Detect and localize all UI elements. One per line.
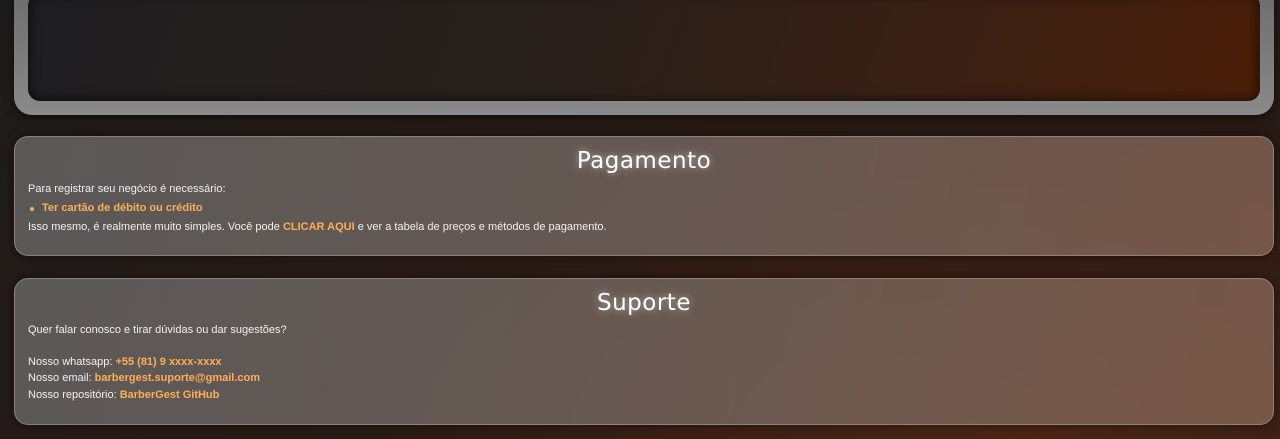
repo-label: Nosso repositório: bbox=[28, 388, 120, 401]
support-card: Suporte Quer falar conosco e tirar dúvid… bbox=[14, 278, 1274, 425]
payment-info-text-after: e ver a tabela de preços e métodos de pa… bbox=[354, 221, 607, 233]
whatsapp-line: Nosso whatsapp: +55 (81) 9 xxxx-xxxx bbox=[28, 354, 1260, 371]
click-here-link[interactable]: CLICAR AQUI bbox=[283, 221, 355, 233]
repo-line: Nosso repositório: BarberGest GitHub bbox=[28, 387, 1260, 404]
email-line: Nosso email: barbergest.suporte@gmail.co… bbox=[28, 370, 1260, 387]
support-question: Quer falar conosco e tirar dúvidas ou da… bbox=[28, 324, 287, 336]
whatsapp-label: Nosso whatsapp: bbox=[28, 355, 116, 368]
support-title: Suporte bbox=[597, 290, 691, 316]
payment-card: Pagamento Para registrar seu negócio é n… bbox=[14, 136, 1274, 256]
email-label: Nosso email: bbox=[28, 372, 95, 384]
bullet-icon bbox=[30, 206, 34, 211]
payment-title: Pagamento bbox=[576, 148, 712, 174]
payment-requirement-text: Ter cartão de débito ou crédito bbox=[42, 202, 203, 214]
top-panel-frame bbox=[14, 0, 1274, 115]
top-panel-screen bbox=[28, 0, 1260, 101]
email-link[interactable]: barbergest.suporte@gmail.com bbox=[95, 372, 260, 384]
whatsapp-link[interactable]: +55 (81) 9 xxxx-xxxx bbox=[115, 356, 221, 368]
github-repo-link[interactable]: BarberGest GitHub bbox=[120, 389, 220, 401]
payment-info-text-before: Isso mesmo, é realmente muito simples. V… bbox=[28, 221, 283, 233]
payment-requirement-item: Ter cartão de débito ou crédito bbox=[28, 199, 1260, 218]
payment-info-line: Isso mesmo, é realmente muito simples. V… bbox=[28, 218, 1260, 237]
payment-intro: Para registrar seu negócio é necessário: bbox=[28, 183, 226, 195]
